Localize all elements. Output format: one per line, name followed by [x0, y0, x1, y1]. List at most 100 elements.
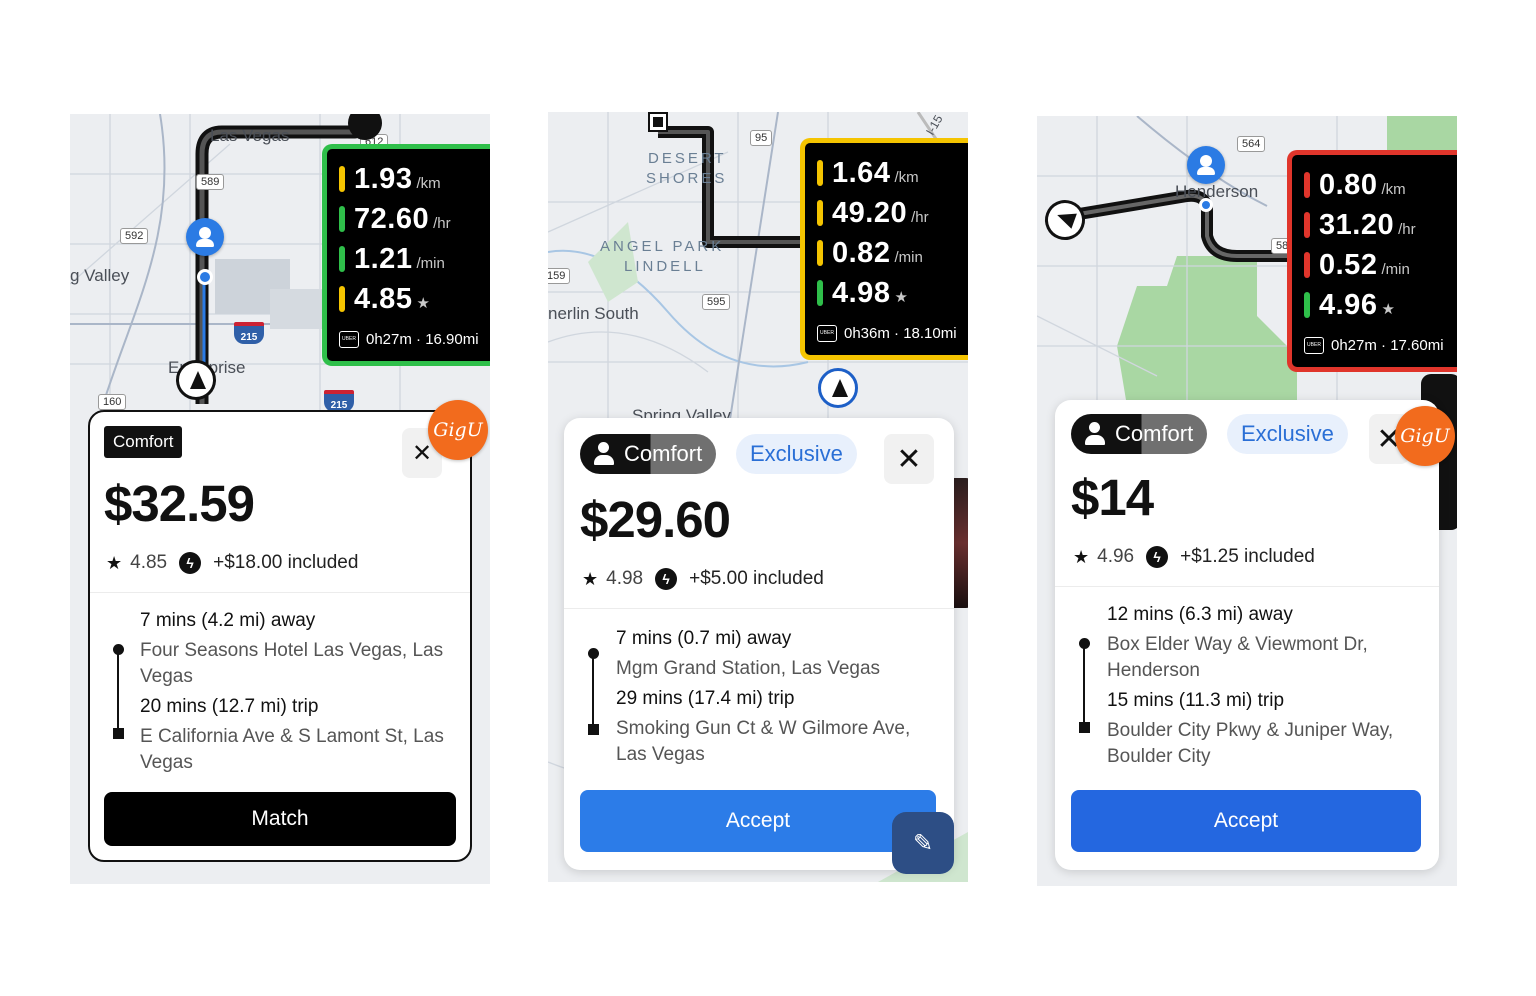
- trip-summary: UBER 0h27m · 17.60mi: [1304, 327, 1450, 363]
- trip-details: 12 mins (6.3 mi) away Box Elder Way & Vi…: [1107, 602, 1427, 770]
- uber-logo-icon: UBER: [817, 324, 837, 342]
- star-icon: ★: [1073, 546, 1090, 567]
- stat-value: 0.80: [1319, 168, 1378, 201]
- exclusive-pill: Exclusive: [736, 434, 857, 474]
- trip-duration: 15 mins (11.3 mi) trip: [1107, 690, 1285, 711]
- star-icon: ★: [106, 552, 123, 573]
- route-shield: 159: [548, 268, 571, 284]
- edit-pencil-button[interactable]: ✎: [892, 812, 954, 874]
- included-bonus: +$18.00 included: [213, 552, 359, 573]
- map-label-nerlin-south: nerlin South: [548, 304, 639, 323]
- stat-value: 31.20: [1319, 208, 1395, 241]
- stat-unit: /min: [894, 248, 923, 266]
- route-shield: 592: [120, 228, 149, 244]
- stat-rating: 4.98 ★: [817, 273, 963, 313]
- ride-type-pill: Comfort: [580, 434, 717, 474]
- stat-per-hour: 49.20/hr: [817, 193, 963, 233]
- stat-per-min: 1.21/min: [339, 239, 485, 279]
- rating-row: ★ 4.85 ϟ +$18.00 included: [106, 552, 358, 574]
- fare-price: $29.60: [580, 491, 731, 548]
- origin-marker: [648, 112, 668, 132]
- pickup-address: Mgm Grand Station, Las Vegas: [616, 658, 881, 679]
- stat-value: 1.21: [354, 242, 413, 275]
- stat-per-hour: 72.60/hr: [339, 199, 485, 239]
- ride-offer-screen-1: Las Vegas g Valley Enterprise 589 592 61…: [70, 114, 490, 884]
- stat-per-hour: 31.20/hr: [1304, 205, 1450, 245]
- stat-value: 4.96: [1319, 288, 1378, 321]
- ride-request-card: Comfort Exclusive ✕ $14 ★ 4.96 ϟ +$1.25 …: [1055, 400, 1439, 870]
- pickup-eta: 7 mins (4.2 mi) away: [140, 610, 316, 631]
- stat-value: 4.85: [354, 282, 413, 315]
- ride-request-card: Comfort Exclusive ✕ $29.60 ★ 4.98 ϟ +$5.…: [564, 418, 954, 870]
- earnings-stats-panel: 1.64/km 49.20/hr 0.82/min 4.98 ★ UBER 0h36…: [800, 138, 968, 360]
- rating-row: ★ 4.96 ϟ +$1.25 included: [1073, 546, 1315, 568]
- stat-unit: /min: [416, 254, 445, 272]
- trip-summary-text: 0h36m · 18.10mi: [844, 324, 957, 342]
- match-button[interactable]: Match: [104, 792, 456, 846]
- gigu-logo[interactable]: GigU: [428, 400, 488, 460]
- stat-unit: /hr: [1398, 220, 1416, 238]
- stat-per-min: 0.52/min: [1304, 245, 1450, 285]
- stat-value: 0.82: [832, 236, 891, 269]
- navigation-arrow-icon: [818, 368, 858, 408]
- ride-type-label: Comfort: [624, 441, 703, 466]
- dropoff-address: Smoking Gun Ct & W Gilmore Ave, Las Vega…: [616, 718, 911, 765]
- pencil-icon: ✎: [912, 829, 934, 857]
- map-label-desert: DESERT: [648, 150, 727, 167]
- star-icon: ★: [416, 295, 430, 312]
- stat-value: 1.93: [354, 162, 413, 195]
- stat-unit: /km: [416, 174, 441, 192]
- stat-unit: /km: [894, 168, 919, 186]
- rider-pickup-pin[interactable]: [1187, 146, 1225, 184]
- pickup-dot: [1199, 198, 1213, 212]
- fare-price: $14: [1071, 469, 1154, 526]
- trip-duration: 29 mins (17.4 mi) trip: [616, 688, 795, 709]
- route-shield: 160: [98, 394, 127, 410]
- trip-summary-text: 0h27m · 16.90mi: [366, 330, 479, 348]
- stat-unit: /hr: [911, 208, 929, 226]
- stat-unit: /km: [1381, 180, 1406, 198]
- included-bonus: +$5.00 included: [689, 568, 824, 589]
- bolt-icon: ϟ: [655, 568, 678, 590]
- trip-summary: UBER 0h27m · 16.90mi: [339, 321, 485, 357]
- stat-value: 4.98: [832, 276, 891, 309]
- pickup-eta: 12 mins (6.3 mi) away: [1107, 604, 1293, 625]
- ride-offer-screen-2: DESERT SHORES ANGEL PARK LINDELL nerlin …: [548, 112, 968, 882]
- ride-type-label: Comfort: [1115, 421, 1194, 446]
- dropoff-address: Boulder City Pkwy & Juniper Way, Boulder…: [1107, 720, 1394, 767]
- rating-row: ★ 4.98 ϟ +$5.00 included: [582, 568, 824, 590]
- star-icon: ★: [894, 289, 908, 306]
- route-line: [592, 654, 594, 728]
- stat-per-min: 0.82/min: [817, 233, 963, 273]
- rider-rating: 4.85: [130, 552, 168, 573]
- route-shield: 95: [750, 130, 773, 146]
- bolt-icon: ϟ: [1146, 546, 1169, 568]
- pickup-address: Box Elder Way & Viewmont Dr, Henderson: [1107, 634, 1368, 681]
- stat-unit: /hr: [433, 214, 451, 232]
- person-icon: [593, 442, 615, 466]
- rider-pickup-pin[interactable]: [186, 218, 224, 256]
- accept-button[interactable]: Accept: [580, 790, 936, 852]
- star-icon: ★: [1381, 301, 1395, 318]
- gigu-logo[interactable]: GigU: [1395, 406, 1455, 466]
- stat-value: 0.52: [1319, 248, 1378, 281]
- stat-per-km: 1.93/km: [339, 159, 485, 199]
- uber-logo-icon: UBER: [1304, 336, 1324, 354]
- divider: [90, 592, 470, 593]
- divider: [564, 608, 954, 609]
- accept-button[interactable]: Accept: [1071, 790, 1421, 852]
- stat-per-km: 1.64/km: [817, 153, 963, 193]
- rider-rating: 4.96: [1097, 546, 1135, 567]
- pickup-eta: 7 mins (0.7 mi) away: [616, 628, 792, 649]
- stat-value: 1.64: [832, 156, 891, 189]
- map-label-lindell: LINDELL: [624, 258, 706, 275]
- fare-price: $32.59: [104, 475, 255, 532]
- route-line: [117, 650, 119, 730]
- close-icon: ✕: [896, 442, 922, 476]
- route-shield: 595: [702, 294, 731, 310]
- map-label-shores: SHORES: [646, 170, 728, 187]
- pickup-address: Four Seasons Hotel Las Vegas, Las Vegas: [140, 640, 444, 687]
- navigation-arrow-icon: [176, 360, 216, 400]
- close-button[interactable]: ✕: [884, 434, 934, 484]
- bolt-icon: ϟ: [179, 552, 202, 574]
